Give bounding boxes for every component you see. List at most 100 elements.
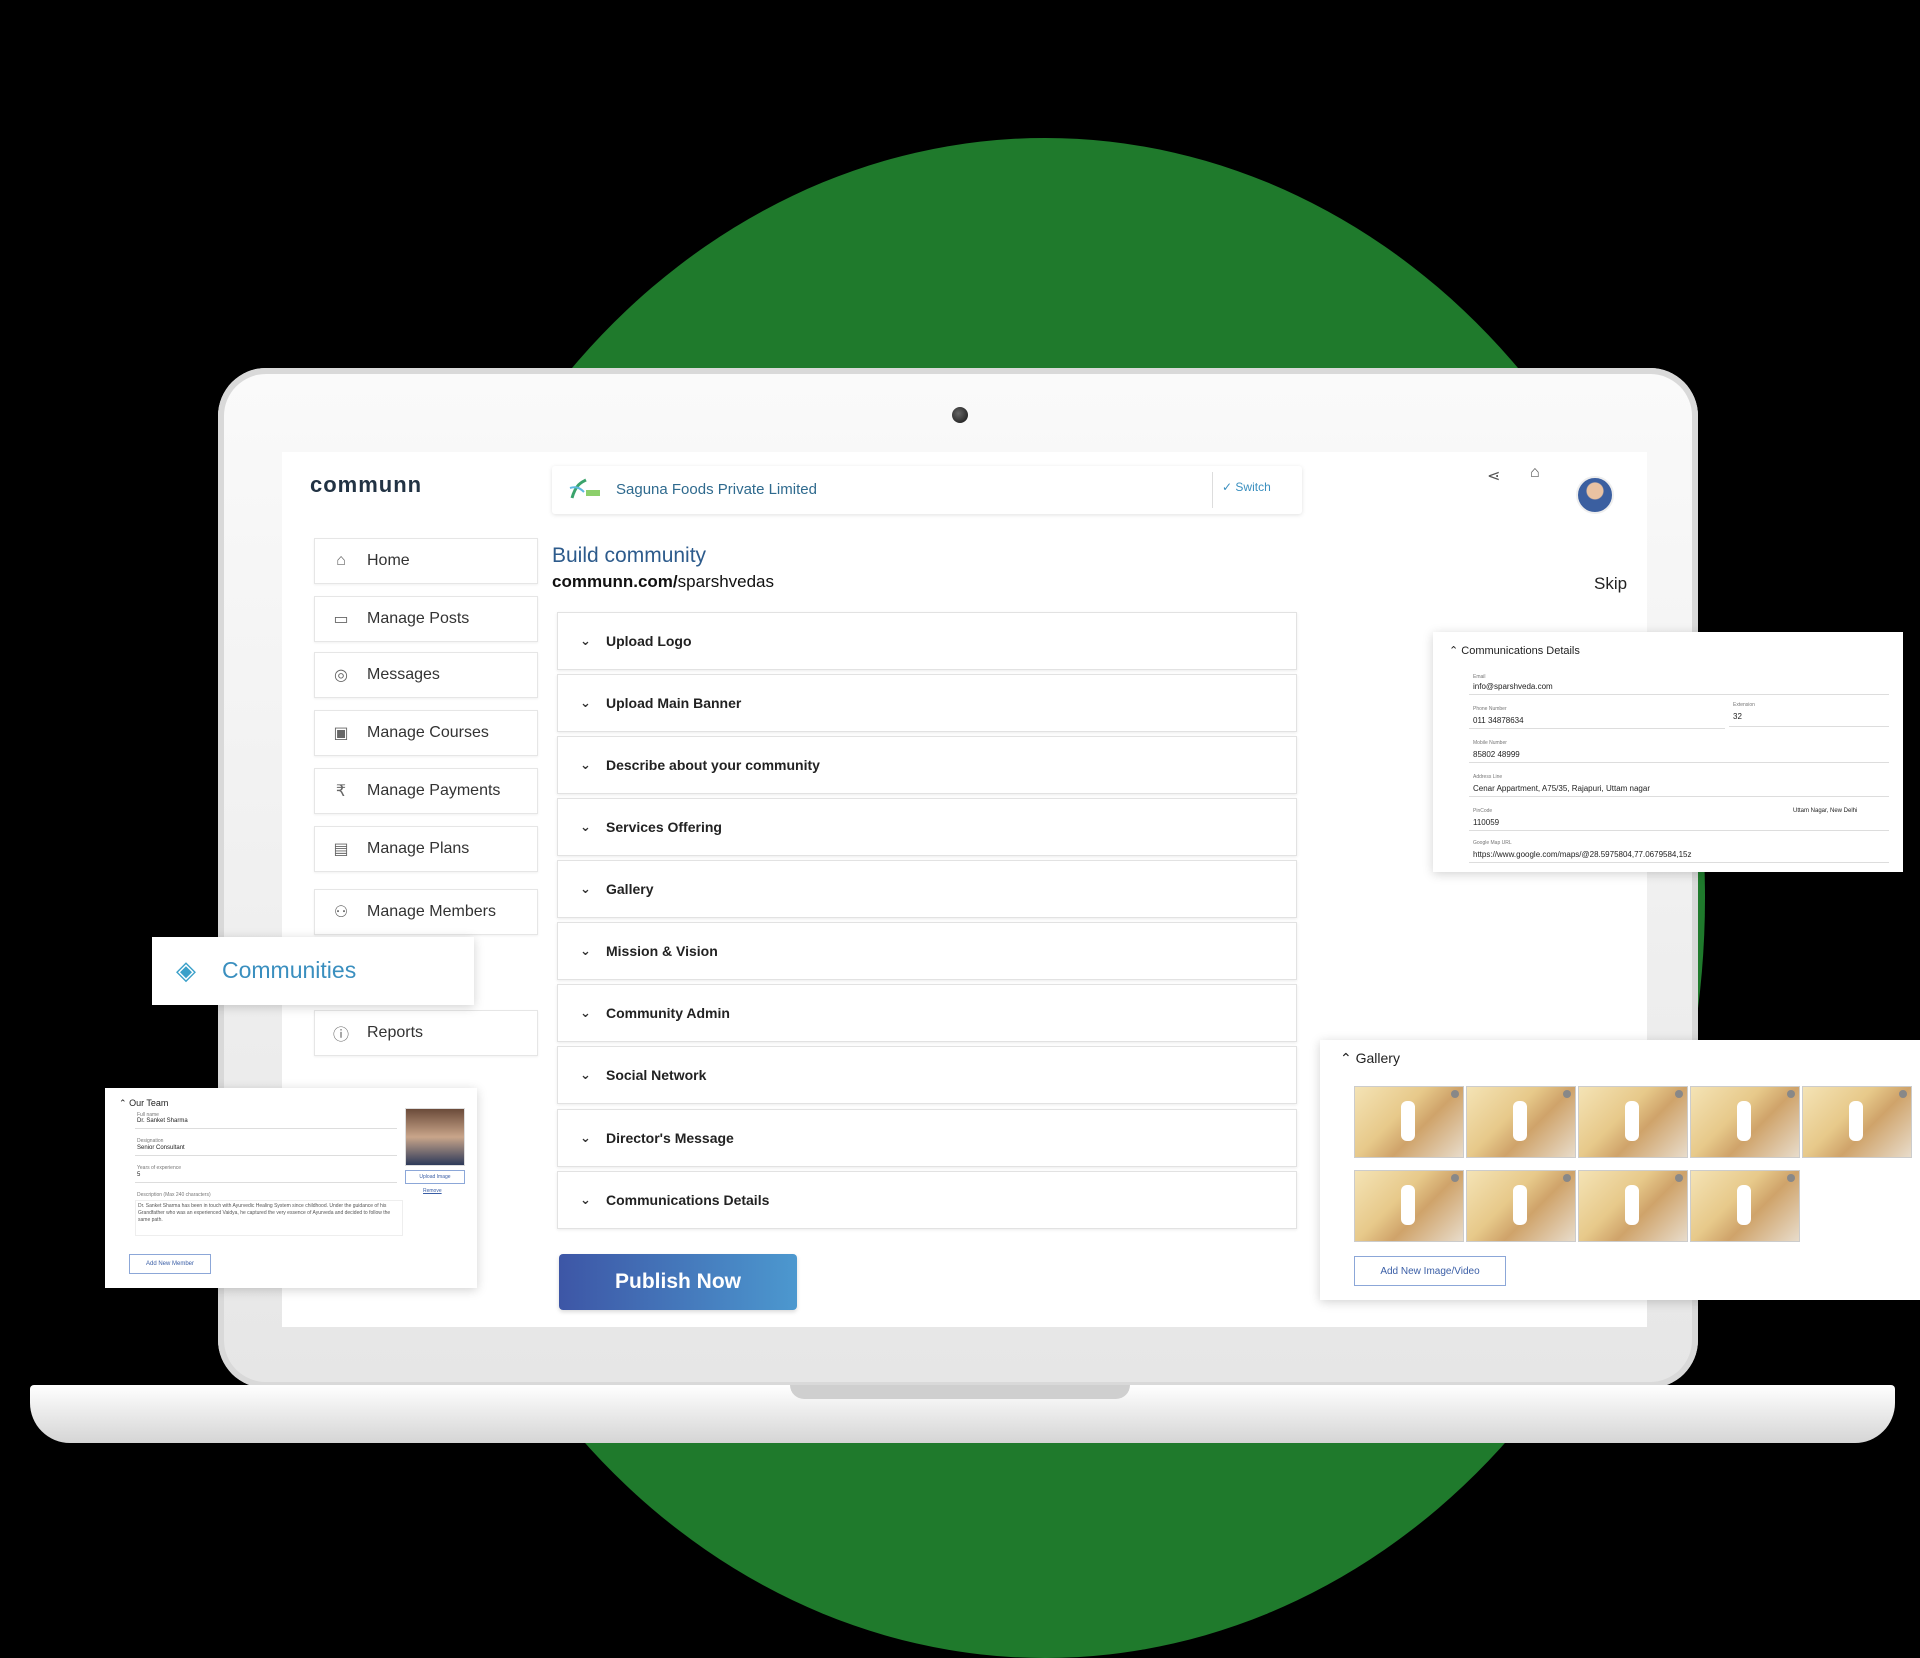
chevron-down-icon: ⌄ <box>580 1005 591 1020</box>
communities-icon: ◈ <box>176 955 196 985</box>
field-underline <box>135 1182 397 1183</box>
sidebar-item-label: Manage Plans <box>367 840 470 857</box>
address-field[interactable]: Cenar Appartment, A75/35, Rajapuri, Utta… <box>1473 784 1650 793</box>
switch-label: Switch <box>1235 480 1271 494</box>
our-team-title: Our Team <box>129 1098 169 1108</box>
extension-field[interactable]: 32 <box>1733 712 1742 721</box>
section-mission-vision[interactable]: ⌄ Mission & Vision <box>557 922 1297 980</box>
publish-now-button[interactable]: Publish Now <box>559 1254 797 1310</box>
gallery-thumbnail[interactable] <box>1354 1170 1464 1242</box>
section-label: Social Network <box>606 1067 707 1083</box>
org-logo-icon <box>569 478 600 499</box>
messages-icon: ◎ <box>334 667 348 684</box>
email-label: Email <box>1473 674 1486 680</box>
url-slug: sparshvedas <box>677 572 775 591</box>
sidebar-item-manage-plans[interactable]: ▤ Manage Plans <box>314 826 538 872</box>
member-photo <box>405 1108 465 1166</box>
chevron-down-icon: ⌄ <box>580 695 591 710</box>
section-communications-details[interactable]: ⌄ Communications Details <box>557 1171 1297 1229</box>
section-gallery[interactable]: ⌄ Gallery <box>557 860 1297 918</box>
close-icon[interactable] <box>1787 1174 1795 1182</box>
gallery-thumbnail[interactable] <box>1578 1086 1688 1158</box>
chevron-down-icon: ⌄ <box>580 633 591 648</box>
gallery-thumbnail[interactable] <box>1466 1086 1576 1158</box>
section-label: Director's Message <box>606 1130 734 1146</box>
gallery-header[interactable]: ⌃ Gallery <box>1340 1050 1400 1067</box>
section-upload-logo[interactable]: ⌄ Upload Logo <box>557 612 1297 670</box>
comm-details-header[interactable]: ⌃ Communications Details <box>1449 644 1580 657</box>
close-icon[interactable] <box>1787 1090 1795 1098</box>
play-icon[interactable] <box>1513 1113 1527 1127</box>
comm-details-title: Communications Details <box>1461 645 1580 657</box>
org-switcher[interactable]: Saguna Foods Private Limited ✓ Switch <box>552 466 1302 514</box>
field-underline <box>135 1128 397 1129</box>
section-community-admin[interactable]: ⌄ Community Admin <box>557 984 1297 1042</box>
section-directors-message[interactable]: ⌄ Director's Message <box>557 1109 1297 1167</box>
description-textarea[interactable]: Dr. Sanket Sharma has been in touch with… <box>135 1200 403 1236</box>
section-social-network[interactable]: ⌄ Social Network <box>557 1046 1297 1104</box>
check-icon: ✓ <box>1222 480 1233 494</box>
full-name-value[interactable]: Dr. Sanket Sharma <box>137 1118 188 1124</box>
url-prefix: communn.com/ <box>552 572 678 591</box>
gallery-thumbnail[interactable] <box>1354 1086 1464 1158</box>
close-icon[interactable] <box>1675 1090 1683 1098</box>
section-describe-community[interactable]: ⌄ Describe about your community <box>557 736 1297 794</box>
skip-link[interactable]: Skip <box>1594 574 1627 594</box>
chevron-down-icon: ⌄ <box>580 943 591 958</box>
chevron-down-icon: ⌄ <box>580 881 591 896</box>
gallery-thumbnail[interactable] <box>1802 1086 1912 1158</box>
sidebar-item-home[interactable]: ⌂ Home <box>314 538 538 584</box>
section-services-offering[interactable]: ⌄ Services Offering <box>557 798 1297 856</box>
designation-label: Designation <box>137 1138 164 1144</box>
add-new-image-video-button[interactable]: Add New Image/Video <box>1354 1256 1506 1286</box>
sidebar-item-manage-members[interactable]: ⚇ Manage Members <box>314 889 538 935</box>
sidebar-item-manage-payments[interactable]: ₹ Manage Payments <box>314 768 538 814</box>
remove-link[interactable]: Remove <box>423 1188 442 1194</box>
user-avatar[interactable] <box>1576 476 1614 514</box>
our-team-header[interactable]: ⌃ Our Team <box>119 1098 168 1109</box>
field-underline <box>1469 830 1889 831</box>
gallery-thumbnail[interactable] <box>1466 1170 1576 1242</box>
courses-icon: ▣ <box>333 725 349 742</box>
section-label: Gallery <box>606 881 654 897</box>
close-icon[interactable] <box>1675 1174 1683 1182</box>
community-url: communn.com/sparshvedas <box>552 572 774 592</box>
mobile-field[interactable]: 85802 48999 <box>1473 750 1520 759</box>
map-url-field[interactable]: https://www.google.com/maps/@28.5975804,… <box>1473 850 1692 859</box>
field-underline <box>1469 728 1725 729</box>
section-upload-main-banner[interactable]: ⌄ Upload Main Banner <box>557 674 1297 732</box>
close-icon[interactable] <box>1451 1090 1459 1098</box>
posts-icon: ▭ <box>333 611 349 628</box>
gallery-thumbnail[interactable] <box>1690 1170 1800 1242</box>
share-icon[interactable]: ⋖ <box>1487 466 1500 486</box>
switch-button[interactable]: ✓ Switch <box>1222 480 1271 494</box>
top-header: communn Saguna Foods Private Limited ✓ S… <box>282 452 1647 514</box>
upload-image-button[interactable]: Upload Image <box>405 1170 465 1184</box>
home-icon: ⌂ <box>336 552 346 569</box>
org-name: Saguna Foods Private Limited <box>616 481 817 498</box>
rupee-icon: ₹ <box>335 783 347 800</box>
designation-value[interactable]: Senior Consultant <box>137 1145 185 1151</box>
play-icon[interactable] <box>1401 1197 1415 1211</box>
email-field[interactable]: info@sparshveda.com <box>1473 682 1553 691</box>
bell-icon[interactable]: ⌂ <box>1530 464 1540 482</box>
close-icon[interactable] <box>1563 1090 1571 1098</box>
add-new-member-button[interactable]: Add New Member <box>129 1254 211 1274</box>
gallery-thumbnail[interactable] <box>1690 1086 1800 1158</box>
sidebar-item-communities[interactable]: ◈ Communities <box>152 937 474 1005</box>
pincode-label: PinCode <box>1473 808 1493 814</box>
close-icon[interactable] <box>1451 1174 1459 1182</box>
experience-value[interactable]: 5 <box>137 1172 140 1178</box>
sidebar-item-messages[interactable]: ◎ Messages <box>314 652 538 698</box>
gallery-thumbnail[interactable] <box>1578 1170 1688 1242</box>
pincode-field[interactable]: 110059 <box>1473 818 1499 827</box>
sidebar-item-manage-posts[interactable]: ▭ Manage Posts <box>314 596 538 642</box>
close-icon[interactable] <box>1899 1090 1907 1098</box>
chevron-up-icon: ⌃ <box>119 1098 127 1108</box>
sidebar-item-manage-courses[interactable]: ▣ Manage Courses <box>314 710 538 756</box>
communn-logo[interactable]: communn <box>310 472 422 498</box>
phone-field[interactable]: 011 34878634 <box>1473 716 1524 725</box>
close-icon[interactable] <box>1563 1174 1571 1182</box>
sidebar-item-reports[interactable]: ⓘ Reports <box>314 1010 538 1056</box>
gallery-card: ⌃ Gallery Add New Image/Video <box>1320 1040 1920 1300</box>
